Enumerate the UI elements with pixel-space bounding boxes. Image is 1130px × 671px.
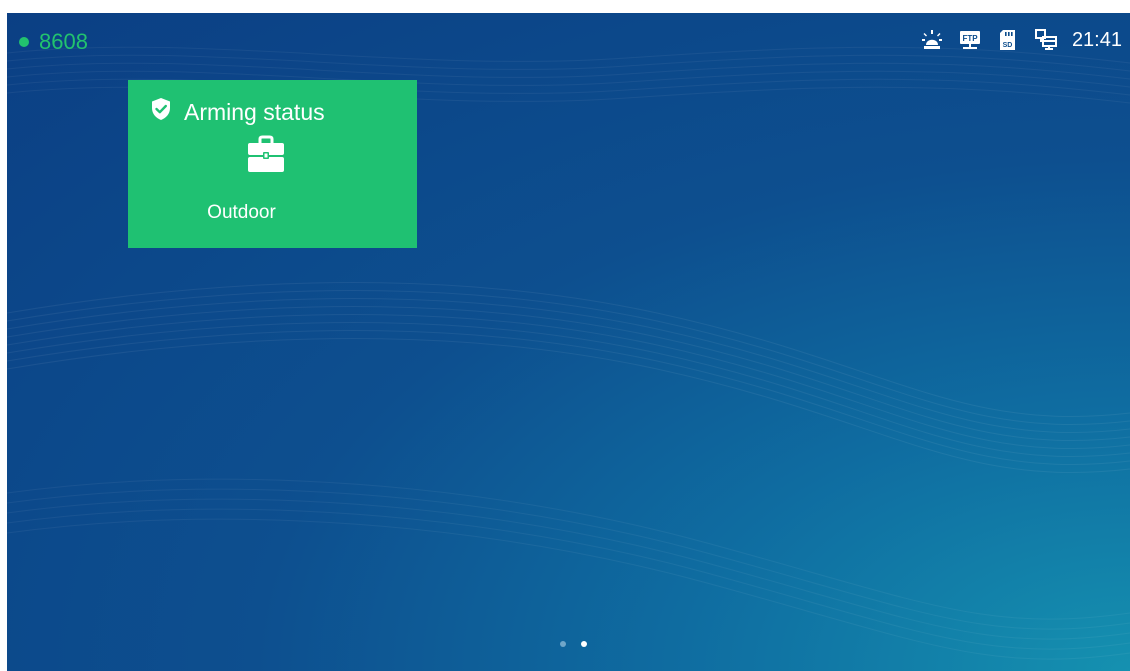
svg-text:FTP: FTP [962,34,978,43]
page-indicator [560,641,602,647]
alarm-light-icon [920,28,944,52]
svg-text:SD: SD [1003,42,1013,49]
clock: 21:41 [1071,29,1122,51]
extension-indicator: 8608 [19,29,88,55]
shield-check-icon [150,97,172,126]
network-icon [1034,28,1058,52]
page-dot-2[interactable] [581,641,587,647]
status-icons: FTP SD 21:41 [920,25,1122,55]
briefcase-icon [247,134,285,174]
arming-mode-label: Outdoor [207,202,276,223]
ftp-icon: FTP [958,28,982,52]
widget-header: Arming status [150,97,325,126]
arming-status-widget[interactable]: Arming status Outdoor [128,80,417,248]
extension-number: 8608 [39,29,88,54]
home-screen: 8608 FTP SD 21:41 Arming status Outdoor [7,13,1130,671]
page-dot-1[interactable] [560,641,566,647]
sd-card-icon: SD [996,28,1020,52]
registration-status-dot [19,37,29,47]
widget-title: Arming status [184,98,325,125]
status-bar: 8608 FTP SD 21:41 [7,13,1130,69]
